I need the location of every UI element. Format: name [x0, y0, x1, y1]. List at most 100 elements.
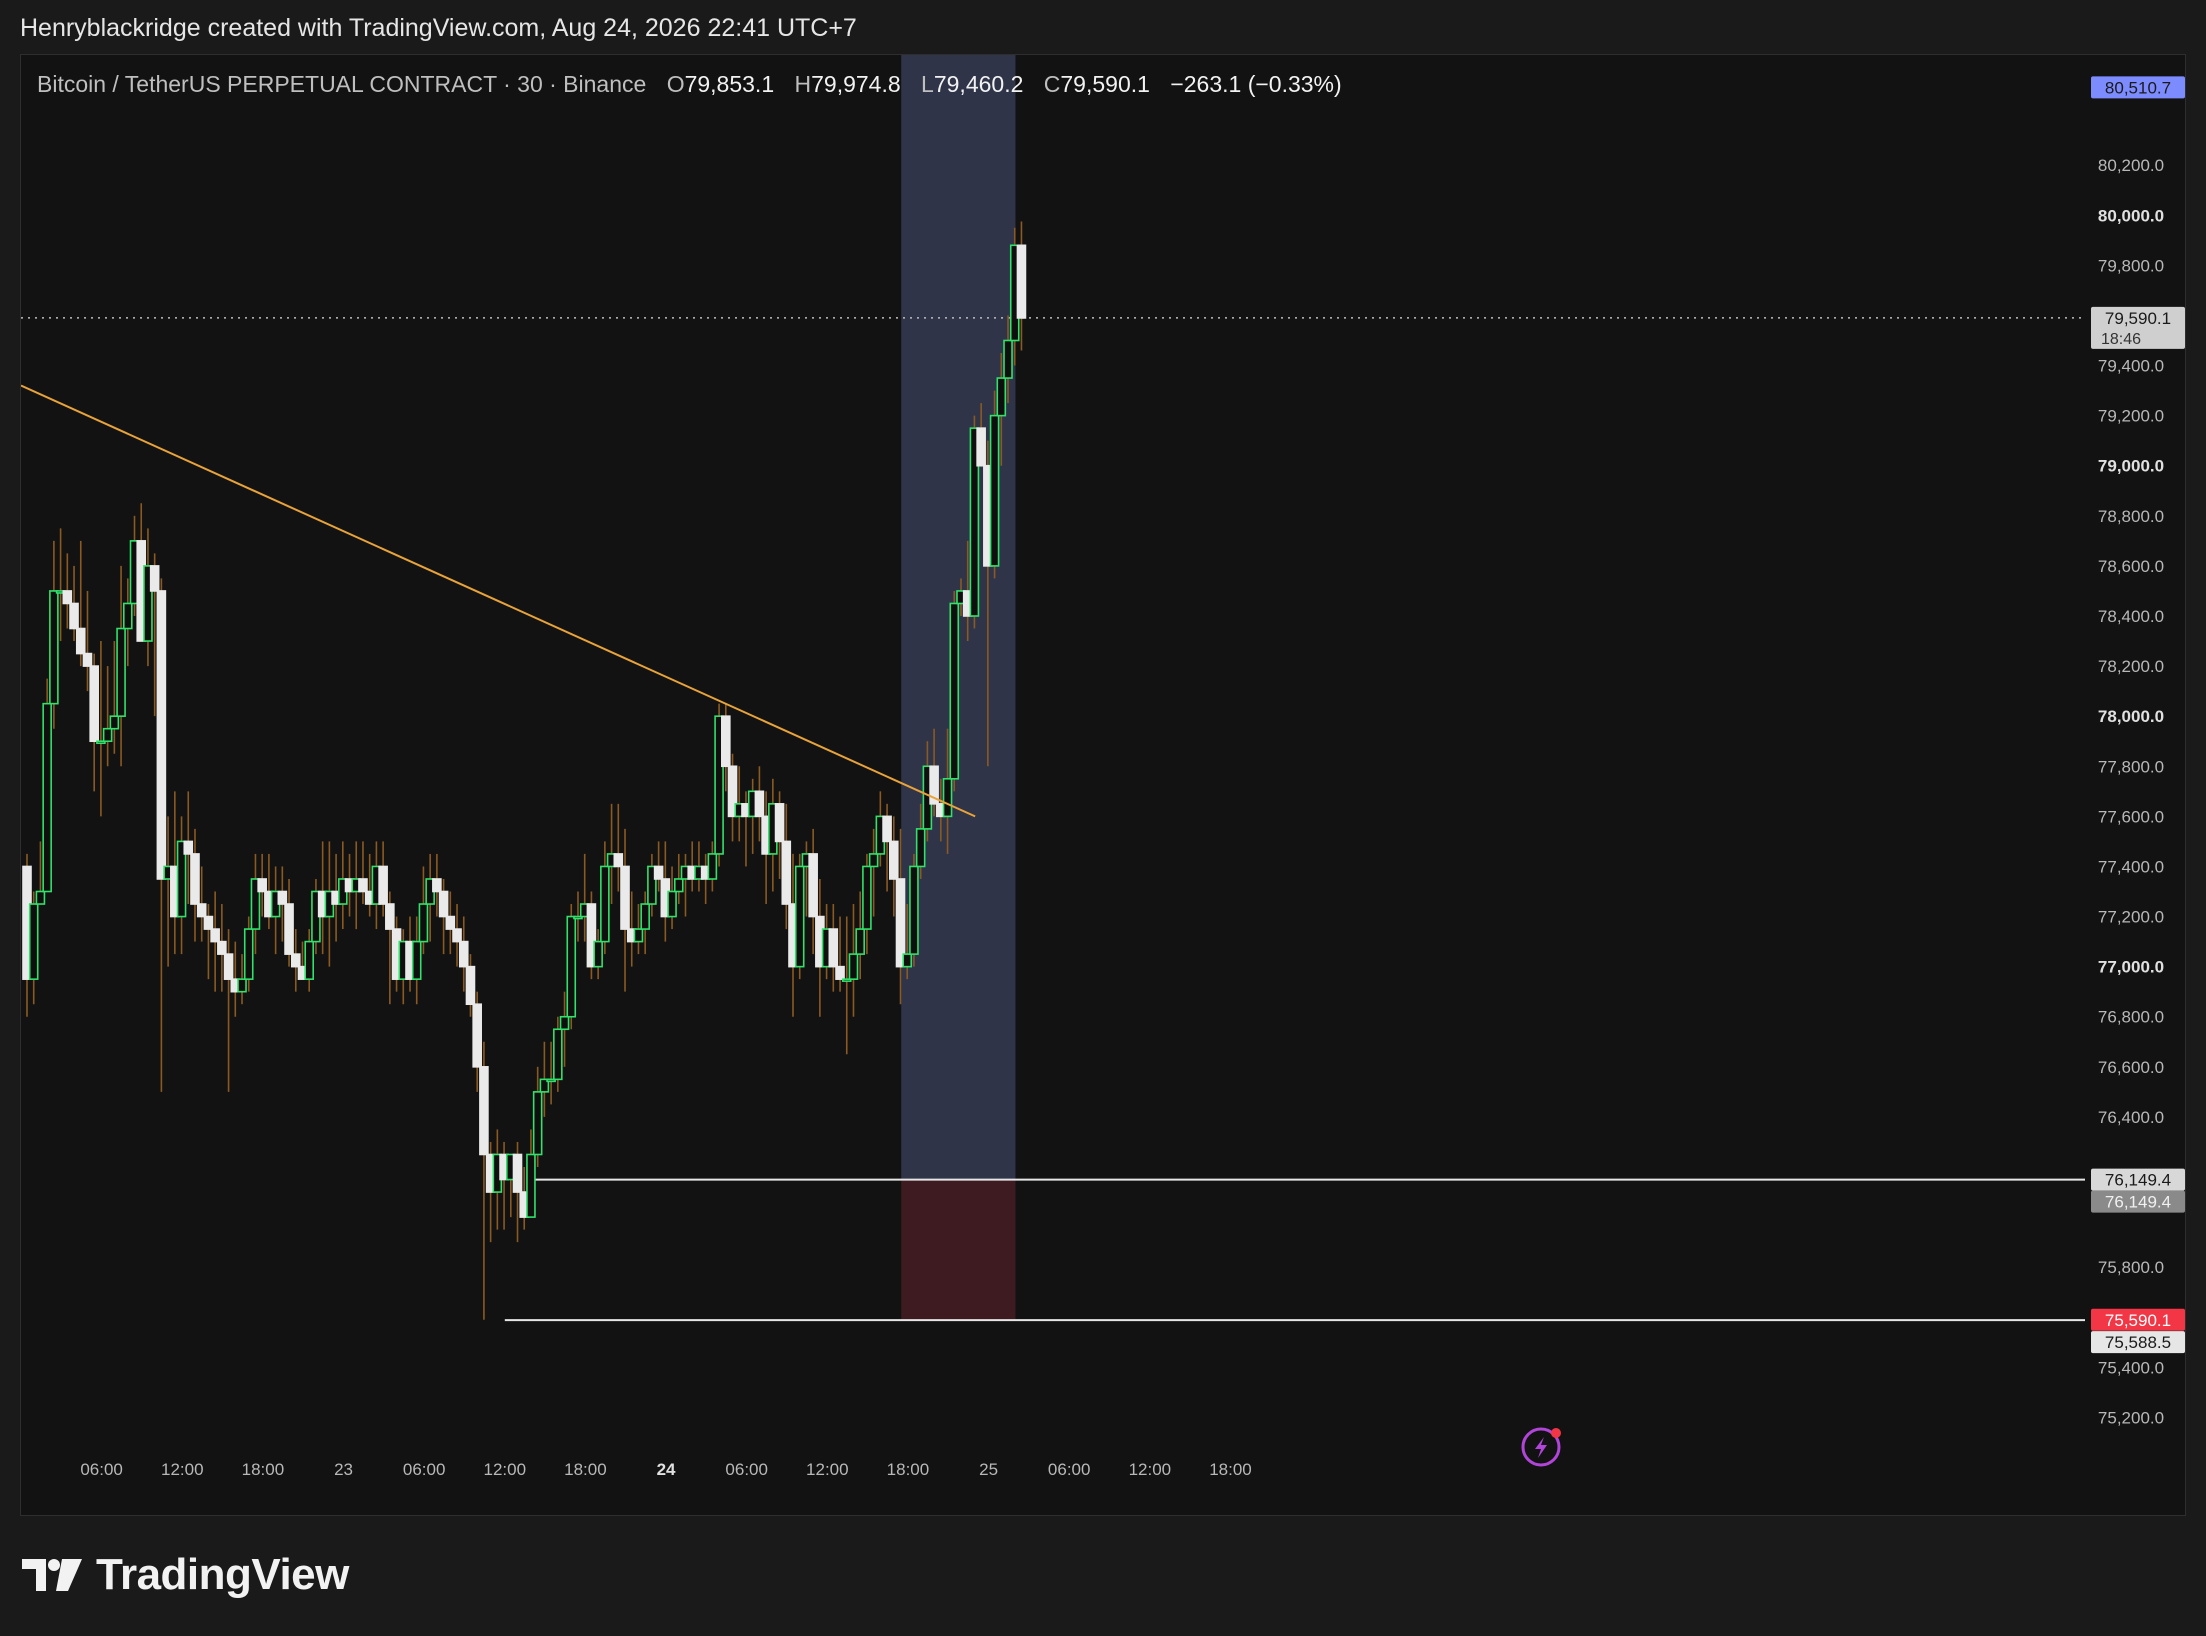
- candle-body[interactable]: [526, 1153, 536, 1218]
- candle-body[interactable]: [122, 602, 133, 630]
- candle-body[interactable]: [633, 928, 644, 943]
- candle-body[interactable]: [566, 915, 577, 1018]
- candle-body[interactable]: [69, 602, 79, 630]
- candle-body[interactable]: [418, 903, 429, 943]
- candle-body[interactable]: [808, 853, 818, 918]
- candle-body[interactable]: [915, 828, 926, 868]
- time-axis-label: 18:00: [564, 1460, 607, 1479]
- candle-body[interactable]: [358, 878, 368, 893]
- candle-body[interactable]: [888, 840, 899, 880]
- symbol-title[interactable]: Bitcoin / TetherUS PERPETUAL CONTRACT · …: [37, 71, 646, 97]
- candle-body[interactable]: [479, 1066, 489, 1156]
- candle-body[interactable]: [432, 878, 442, 893]
- candle-body[interactable]: [75, 627, 86, 655]
- candle-body[interactable]: [385, 903, 395, 930]
- candle-body[interactable]: [855, 928, 865, 955]
- candle-body[interactable]: [223, 953, 234, 980]
- candle-body[interactable]: [902, 953, 913, 968]
- candle-body[interactable]: [28, 903, 39, 980]
- candle-body[interactable]: [512, 1153, 523, 1193]
- candle-body[interactable]: [465, 965, 476, 1006]
- candle-body[interactable]: [42, 702, 52, 893]
- candle-body[interactable]: [989, 414, 1000, 567]
- candle-body[interactable]: [190, 853, 200, 905]
- candle-body[interactable]: [217, 940, 227, 955]
- tradingview-logo[interactable]: TradingView: [22, 1550, 349, 1599]
- candle-body[interactable]: [794, 865, 805, 968]
- candle-body[interactable]: [1003, 339, 1013, 379]
- candle-body[interactable]: [62, 590, 73, 605]
- candle-body[interactable]: [196, 903, 207, 918]
- candle-body[interactable]: [882, 815, 892, 843]
- candle-body[interactable]: [243, 928, 254, 980]
- candle-body[interactable]: [210, 928, 220, 943]
- candle-body[interactable]: [593, 940, 603, 968]
- candle-body[interactable]: [452, 928, 462, 943]
- price-tag-label: 76,149.4: [2105, 1193, 2171, 1212]
- candle-body[interactable]: [667, 890, 677, 918]
- candle-body[interactable]: [102, 727, 113, 743]
- candle-body[interactable]: [277, 890, 288, 905]
- candle-body[interactable]: [109, 715, 120, 730]
- candle-body[interactable]: [411, 940, 422, 980]
- candle-body[interactable]: [828, 928, 839, 968]
- time-axis-label: 06:00: [725, 1460, 768, 1479]
- candle-body[interactable]: [116, 627, 126, 717]
- candle-body[interactable]: [378, 865, 388, 905]
- low-label: L: [921, 71, 934, 97]
- time-axis-label: 18:00: [242, 1460, 285, 1479]
- candle-body[interactable]: [237, 978, 247, 993]
- candle-body[interactable]: [848, 953, 859, 980]
- candle-body[interactable]: [862, 865, 872, 930]
- candle-body[interactable]: [35, 890, 46, 905]
- price-axis-label: 77,000.0: [2098, 958, 2164, 977]
- time-axis-label: 18:00: [1209, 1460, 1252, 1479]
- price-tag-label: 75,588.5: [2105, 1333, 2171, 1352]
- loss-zone[interactable]: [901, 1179, 1016, 1320]
- candle-body[interactable]: [290, 953, 301, 968]
- candle-body[interactable]: [49, 590, 59, 705]
- candlestick-chart[interactable]: 75,200.0 75,400.0 75,800.0 76,400.0 76,600.0…: [21, 55, 2186, 1516]
- candle-body[interactable]: [942, 777, 953, 818]
- price-axis-label: 75,400.0: [2098, 1358, 2164, 1377]
- candle-body[interactable]: [257, 878, 267, 893]
- candle-body[interactable]: [868, 853, 879, 868]
- candle-body[interactable]: [673, 878, 684, 893]
- candle-body[interactable]: [89, 665, 99, 743]
- candle-body[interactable]: [707, 853, 718, 880]
- candle-body[interactable]: [996, 377, 1007, 417]
- candle-body[interactable]: [781, 840, 792, 905]
- candle-body[interactable]: [284, 903, 294, 955]
- time-axis-label: 25: [979, 1460, 998, 1479]
- candle-body[interactable]: [559, 1015, 570, 1031]
- candle-body[interactable]: [754, 790, 765, 818]
- candle-body[interactable]: [835, 965, 845, 980]
- candle-body[interactable]: [82, 652, 93, 667]
- time-axis-label: 06:00: [80, 1460, 123, 1479]
- candle-body[interactable]: [149, 565, 160, 592]
- candle-body[interactable]: [304, 940, 315, 980]
- candle-body[interactable]: [600, 865, 610, 943]
- candle-body[interactable]: [640, 903, 650, 930]
- open-value: 79,853.1: [684, 71, 775, 97]
- candle-body[interactable]: [183, 840, 194, 855]
- candle-body[interactable]: [909, 865, 919, 955]
- candle-body[interactable]: [721, 715, 731, 768]
- candle-body[interactable]: [613, 853, 624, 868]
- candle-body[interactable]: [438, 890, 449, 918]
- open-label: O: [666, 71, 685, 97]
- chart-pane[interactable]: 75,200.0 75,400.0 75,800.0 76,400.0 76,600.0…: [20, 54, 2186, 1516]
- candle-body[interactable]: [458, 940, 469, 968]
- candle-body[interactable]: [156, 590, 167, 880]
- candle-body[interactable]: [976, 427, 986, 467]
- candle-body[interactable]: [949, 602, 960, 780]
- candle-body[interactable]: [653, 865, 664, 880]
- candle-body[interactable]: [203, 915, 214, 930]
- candle-body[interactable]: [532, 1091, 543, 1156]
- candle-body[interactable]: [620, 865, 630, 930]
- candle-body[interactable]: [553, 1028, 563, 1081]
- candle-body[interactable]: [445, 915, 456, 930]
- candle-body[interactable]: [472, 1003, 482, 1068]
- candle-body[interactable]: [774, 803, 785, 843]
- candle-body[interactable]: [1016, 244, 1027, 319]
